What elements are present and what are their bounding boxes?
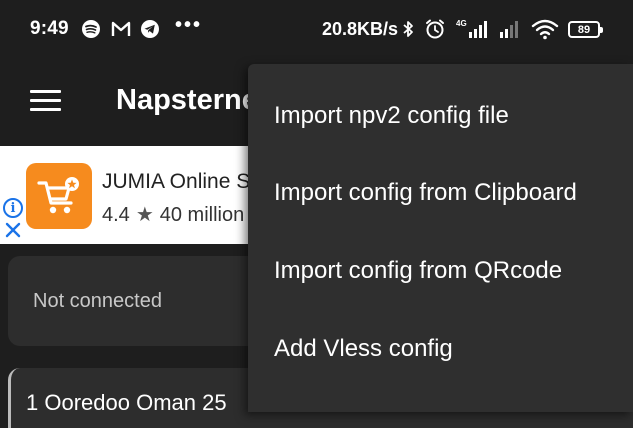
- server-name: 1 Ooredoo Oman 25: [26, 390, 227, 415]
- more-notifications-icon: •••: [175, 14, 203, 36]
- spotify-icon: [80, 18, 102, 40]
- menu-item-import-clipboard[interactable]: Import config from Clipboard: [274, 179, 577, 207]
- bluetooth-icon: [397, 18, 419, 40]
- ad-rating-value: 4.4: [102, 204, 130, 226]
- ad-close-icon[interactable]: [5, 222, 21, 243]
- ad-rating: 4.4 ★ 40 million: [102, 202, 244, 227]
- battery-indicator: 89: [568, 21, 603, 38]
- telegram-icon: [139, 18, 161, 40]
- network-type-label: 4G: [456, 19, 467, 28]
- hamburger-menu-icon[interactable]: [30, 90, 61, 112]
- alarm-icon: [424, 18, 446, 40]
- ad-info-icon[interactable]: i: [3, 198, 23, 218]
- ad-downloads: 40 million: [159, 204, 245, 226]
- wifi-icon: [531, 18, 559, 40]
- star-icon: ★: [135, 204, 154, 226]
- menu-item-add-vless-config[interactable]: Add Vless config: [274, 335, 453, 363]
- app-title: Napsternet: [116, 84, 268, 116]
- signal-icon: [497, 18, 523, 40]
- jumia-cart-icon[interactable]: [26, 163, 92, 229]
- status-bar: 9:49 ••• 20.8KB/s 4G 89: [0, 0, 633, 62]
- gmail-icon: [110, 18, 132, 40]
- menu-item-import-qrcode[interactable]: Import config from QRcode: [274, 257, 562, 285]
- overflow-popup-menu: Import npv2 config file Import config fr…: [248, 64, 633, 412]
- connection-status-text: Not connected: [33, 290, 162, 312]
- menu-item-import-npv2-file[interactable]: Import npv2 config file: [274, 102, 509, 130]
- signal-4g-icon: 4G: [455, 18, 491, 40]
- network-speed: 20.8KB/s: [322, 19, 399, 39]
- status-time: 9:49: [30, 18, 69, 39]
